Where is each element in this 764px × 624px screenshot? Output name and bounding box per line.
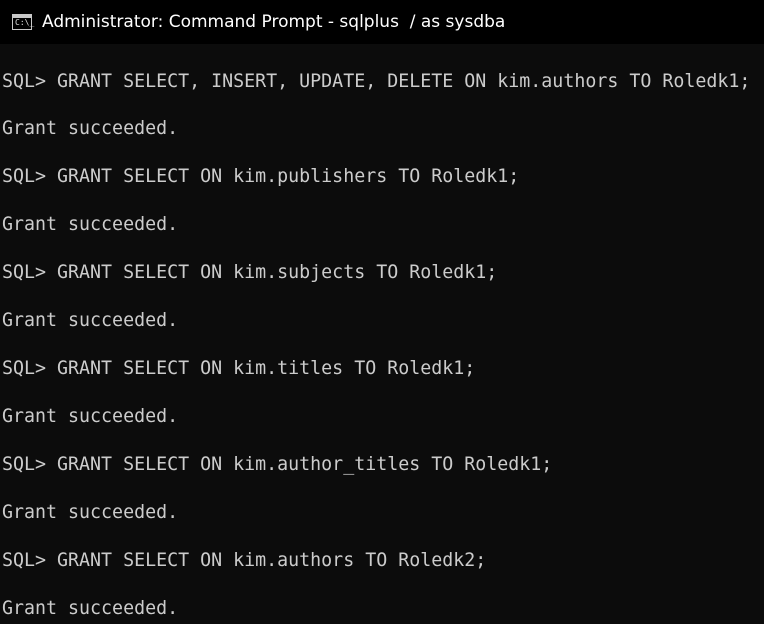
window-title: Administrator: Command Prompt - sqlplus … (42, 12, 506, 32)
console-line-result: Grant succeeded. (2, 118, 179, 139)
console-line-command: SQL> GRANT SELECT ON kim.titles TO Roled… (2, 358, 476, 379)
cmd-icon[interactable]: C:\_ (12, 14, 35, 30)
console-line-command: SQL> GRANT SELECT, INSERT, UPDATE, DELET… (2, 71, 751, 92)
console-line-command: SQL> GRANT SELECT ON kim.subjects TO Rol… (2, 262, 498, 283)
console-line-result: Grant succeeded. (2, 502, 179, 523)
console-output[interactable]: SQL> GRANT SELECT, INSERT, UPDATE, DELET… (0, 44, 764, 624)
icon-glyph: C:\_ (15, 18, 35, 27)
console-line-result: Grant succeeded. (2, 406, 179, 427)
console-line-result: Grant succeeded. (2, 598, 179, 619)
title-bar[interactable]: C:\_ Administrator: Command Prompt - sql… (0, 0, 764, 44)
command-prompt-window: C:\_ Administrator: Command Prompt - sql… (0, 0, 764, 624)
console-line-result: Grant succeeded. (2, 214, 179, 235)
console-line-command: SQL> GRANT SELECT ON kim.publishers TO R… (2, 166, 520, 187)
console-line-result: Grant succeeded. (2, 310, 179, 331)
console-line-command: SQL> GRANT SELECT ON kim.authors TO Role… (2, 550, 487, 571)
console-line-command: SQL> GRANT SELECT ON kim.author_titles T… (2, 454, 553, 475)
